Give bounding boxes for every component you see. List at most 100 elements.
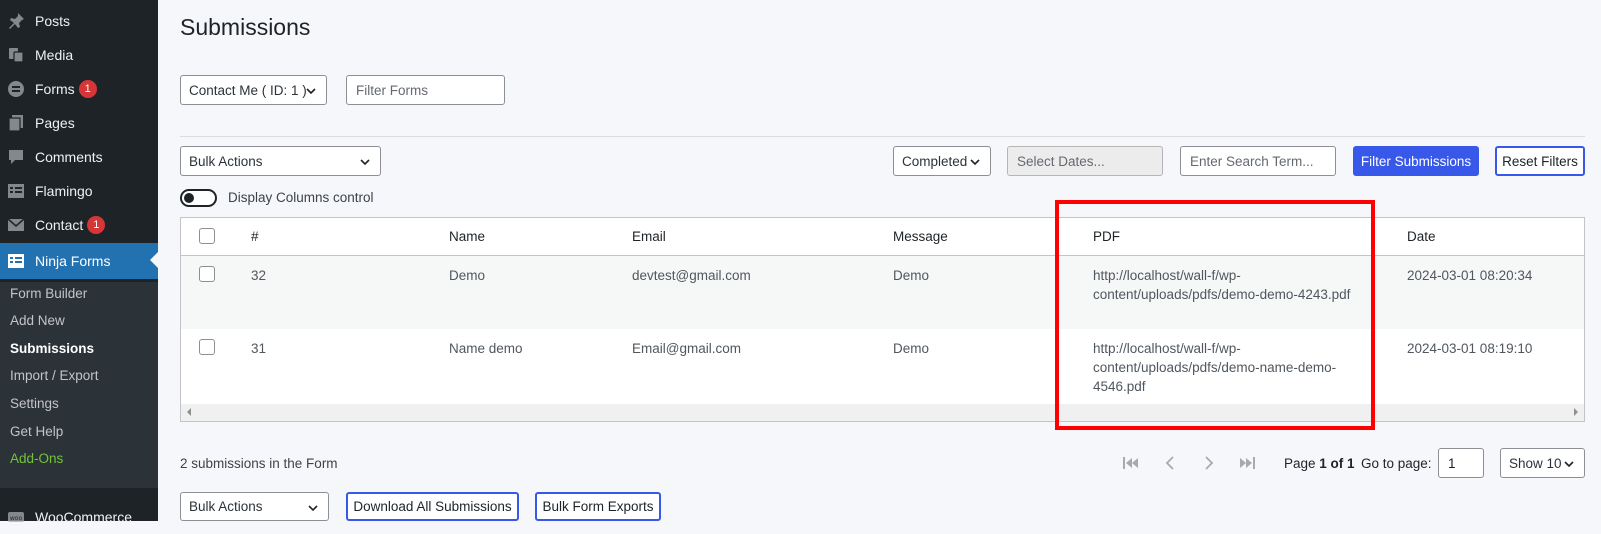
cell-message: Demo [893,341,930,356]
filter-forms-input[interactable]: Filter Forms [346,75,505,105]
sidebar-item-woocommerce[interactable]: woo WooCommerce [0,500,158,534]
sidebar-item-label: Comments [35,149,103,165]
active-arrow [150,252,158,268]
header-id[interactable]: # [251,229,259,244]
cell-email: devtest@gmail.com [632,268,751,283]
media-icon [7,46,25,64]
goto-page-value: 1 [1448,455,1456,471]
bulk-actions-select[interactable]: Bulk Actions [180,146,381,176]
flamingo-icon [7,182,25,200]
cell-pdf[interactable]: http://localhost/wall-f/wp- content/uplo… [1093,266,1363,304]
status-select[interactable]: Completed [893,146,991,176]
select-dates-input[interactable]: Select Dates... [1007,146,1163,176]
sidebar-item-label: Contact [35,217,84,233]
page-current: 1 of 1 [1319,456,1355,471]
cell-name: Name demo [449,341,523,356]
header-date[interactable]: Date [1407,229,1436,244]
bulk-form-exports-label: Bulk Form Exports [542,499,654,514]
admin-sidebar: Posts Media Forms 1 Pages Comments Flami… [0,0,158,525]
sidebar-item-contact[interactable]: Contact 1 [0,208,158,242]
submenu-import-export[interactable]: Import / Export [10,368,99,383]
forms-icon [7,80,25,98]
search-input[interactable]: Enter Search Term... [1180,146,1336,176]
cell-id: 32 [251,268,267,283]
cell-email: Email@gmail.com [632,341,741,356]
form-select[interactable]: Contact Me ( ID: 1 ) [180,75,327,105]
submenu-get-help[interactable]: Get Help [10,424,63,439]
sidebar-item-label: Ninja Forms [35,253,111,269]
submissions-table: # Name Email Message PDF Date 32 Demo de… [180,217,1585,422]
row-checkbox[interactable] [199,339,215,355]
header-email[interactable]: Email [632,229,666,244]
ninja-forms-icon [7,252,25,270]
page-indicator: Page 1 of 1 [1284,456,1355,471]
ninja-forms-submenu: Form Builder Add New Submissions Import … [0,282,158,488]
scroll-left-icon[interactable] [185,407,193,417]
divider [180,136,1585,137]
sidebar-item-label: Pages [35,115,75,131]
sidebar-item-label: Media [35,47,74,63]
filter-submissions-label: Filter Submissions [1360,153,1472,169]
submenu-add-ons[interactable]: Add-Ons [10,451,63,466]
per-page-value: Show 10 [1509,455,1562,471]
next-page-icon[interactable] [1200,455,1218,471]
goto-page-input[interactable]: 1 [1438,448,1484,478]
filter-forms-placeholder: Filter Forms [356,82,428,98]
sidebar-item-forms[interactable]: Forms 1 [0,72,158,106]
cell-message: Demo [893,268,930,283]
sidebar-item-pages[interactable]: Pages [0,106,158,140]
columns-toggle[interactable] [180,189,217,207]
chevron-down-icon [308,505,318,512]
cell-date: 2024-03-01 08:20:34 [1407,268,1533,283]
search-placeholder: Enter Search Term... [1190,153,1314,169]
pin-icon [7,12,25,30]
reset-filters-button[interactable]: Reset Filters [1495,146,1585,176]
mail-icon [7,216,25,234]
page-prefix: Page [1284,456,1320,471]
horizontal-scrollbar[interactable] [181,404,1584,421]
sidebar-item-ninja-forms[interactable]: Ninja Forms [0,243,158,279]
cell-pdf[interactable]: http://localhost/wall-f/wp- content/uplo… [1093,339,1363,396]
previous-page-icon[interactable] [1162,455,1180,471]
first-page-icon[interactable] [1122,455,1140,471]
pdf-line: http://localhost/wall-f/wp- [1093,341,1241,356]
row-checkbox[interactable] [199,266,215,282]
submenu-form-builder[interactable]: Form Builder [10,286,87,301]
pages-icon [7,114,25,132]
pdf-line: content/uploads/pdfs/demo-demo-4243.pdf [1093,287,1351,302]
download-all-button[interactable]: Download All Submissions [346,492,519,521]
status-select-value: Completed [902,153,968,169]
per-page-select[interactable]: Show 10 [1500,448,1585,478]
scroll-right-icon[interactable] [1572,407,1580,417]
table-row: 31 Name demo Email@gmail.com Demo http:/… [181,329,1584,405]
submenu-submissions[interactable]: Submissions [10,341,94,356]
submissions-count: 2 submissions in the Form [180,456,338,471]
last-page-icon[interactable] [1238,455,1256,471]
cell-date: 2024-03-01 08:19:10 [1407,341,1533,356]
cell-id: 31 [251,341,267,356]
chevron-down-icon [306,88,316,95]
sidebar-item-posts[interactable]: Posts [0,4,158,38]
toggle-knob [184,193,194,203]
submenu-settings[interactable]: Settings [10,396,59,411]
sidebar-item-media[interactable]: Media [0,38,158,72]
sidebar-item-comments[interactable]: Comments [0,140,158,174]
sidebar-item-flamingo[interactable]: Flamingo [0,174,158,208]
chevron-down-icon [970,159,980,166]
header-message[interactable]: Message [893,229,948,244]
forms-badge: 1 [78,80,97,98]
table-row: 32 Demo devtest@gmail.com Demo http://lo… [181,256,1584,329]
header-name[interactable]: Name [449,229,485,244]
sidebar-item-label: Posts [35,13,71,29]
header-pdf[interactable]: PDF [1093,229,1120,244]
columns-toggle-label: Display Columns control [228,190,374,205]
bulk-form-exports-button[interactable]: Bulk Form Exports [535,492,661,521]
submenu-add-new[interactable]: Add New [10,313,65,328]
goto-label: Go to page: [1361,456,1432,471]
filter-submissions-button[interactable]: Filter Submissions [1353,146,1479,176]
bottom-bulk-actions-value: Bulk Actions [189,499,263,514]
select-all-checkbox[interactable] [199,228,215,244]
bottom-bulk-actions-select[interactable]: Bulk Actions [180,492,329,521]
cell-name: Demo [449,268,486,283]
pdf-line: content/uploads/pdfs/demo-name-demo- [1093,360,1337,375]
